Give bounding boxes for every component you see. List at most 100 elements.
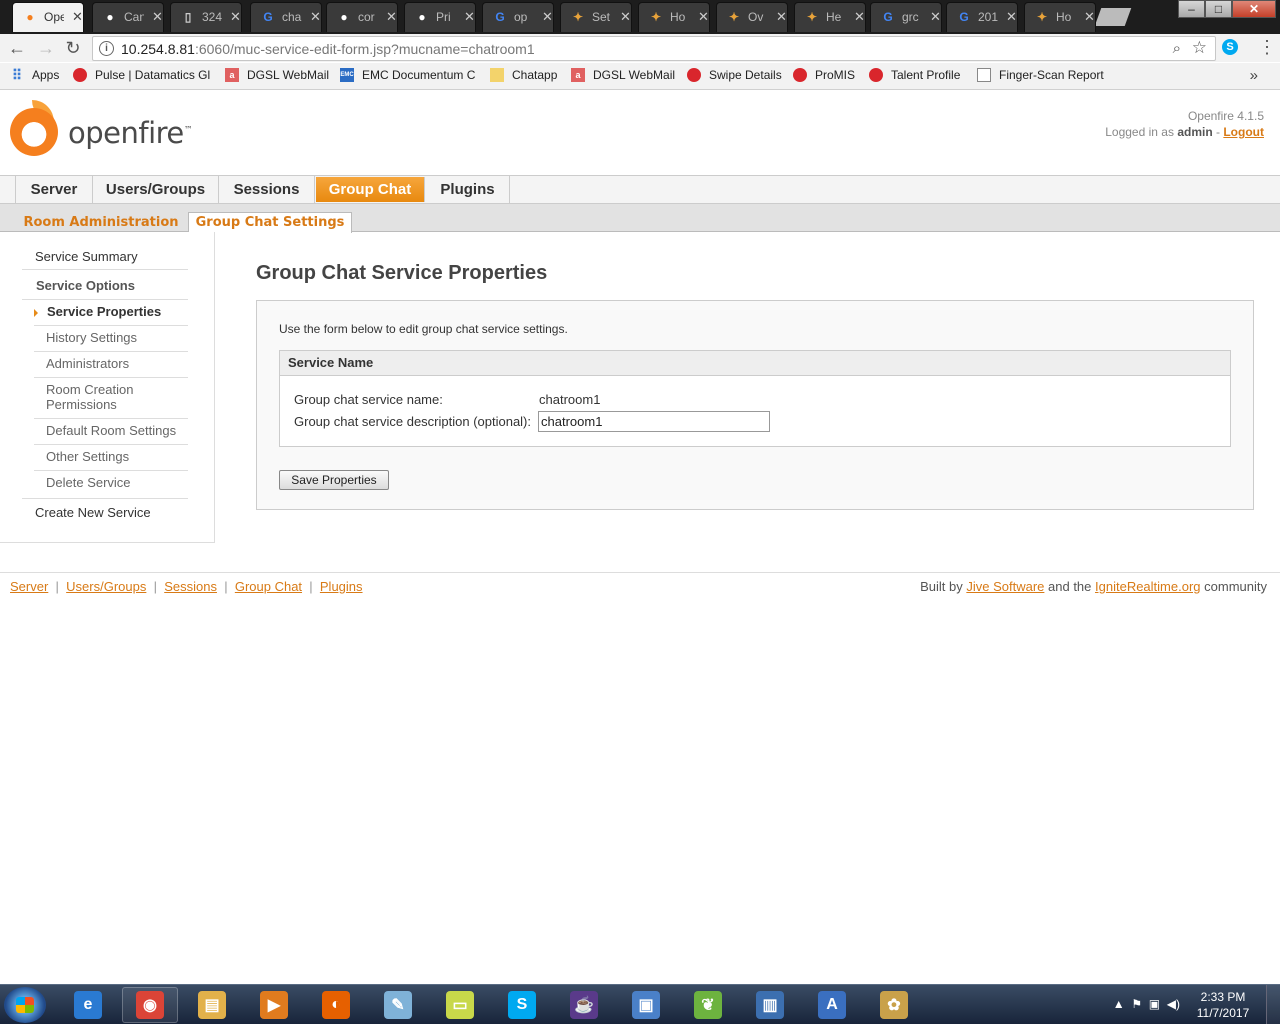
close-tab-icon[interactable]: ✕	[698, 9, 709, 25]
close-tab-icon[interactable]: ✕	[776, 9, 787, 25]
sidebar-item-service-properties[interactable]: Service Properties	[47, 304, 161, 319]
close-tab-icon[interactable]: ✕	[72, 9, 83, 25]
footer-link-group-chat[interactable]: Group Chat	[235, 579, 302, 594]
bookmark-item[interactable]: Finger-Scan Report	[977, 68, 1104, 82]
close-tab-icon[interactable]: ✕	[854, 9, 865, 25]
save-properties-button[interactable]: Save Properties	[279, 470, 389, 490]
browser-tab[interactable]: Gop ✕	[482, 2, 554, 32]
start-button[interactable]	[4, 987, 46, 1023]
tray-icons[interactable]: ▲ ⚑ ▣ ◀)	[1113, 997, 1180, 1011]
close-tab-icon[interactable]: ✕	[230, 9, 241, 25]
taskbar-app[interactable]: ▶	[246, 987, 302, 1023]
close-tab-icon[interactable]: ✕	[152, 9, 163, 25]
browser-tab[interactable]: ▯ 324 ✕	[170, 2, 242, 32]
footer-link-server[interactable]: Server	[10, 579, 48, 594]
footer-link-plugins[interactable]: Plugins	[320, 579, 363, 594]
logout-link[interactable]: Logout	[1223, 125, 1264, 139]
more-bookmarks-icon[interactable]: »	[1250, 67, 1258, 84]
browser-tab[interactable]: ● Openfire ✕	[12, 2, 84, 32]
bookmark-item[interactable]: Pulse | Datamatics Gl	[73, 68, 210, 82]
site-info-icon[interactable]: i	[99, 41, 114, 56]
sidebar-item-administrators[interactable]: Administrators	[46, 356, 129, 371]
jive-software-link[interactable]: Jive Software	[966, 579, 1044, 594]
new-tab-button[interactable]	[1094, 8, 1132, 26]
zoom-icon[interactable]: ⌕	[1173, 40, 1181, 57]
bookmarks-bar: » ⠿ Apps Pulse | Datamatics Gl a DGSL WebMai…	[0, 63, 1280, 90]
browser-tab[interactable]: ✦ Ho ✕	[1024, 2, 1096, 32]
page-icon	[977, 68, 991, 82]
sidebar-item-delete-service[interactable]: Delete Service	[46, 475, 131, 490]
browser-tab[interactable]: Gcha ✕	[250, 2, 322, 32]
bookmark-star-icon[interactable]: ☆	[1192, 38, 1207, 58]
back-arrow-icon[interactable]: ←	[6, 37, 28, 59]
close-tab-icon[interactable]: ✕	[620, 9, 631, 25]
browser-tab[interactable]: ● Can ✕	[92, 2, 164, 32]
footer-link-users-groups[interactable]: Users/Groups	[66, 579, 146, 594]
close-tab-icon[interactable]: ✕	[310, 9, 321, 25]
taskbar-app[interactable]: e	[60, 987, 116, 1023]
browser-tab[interactable]: ● cor ✕	[326, 2, 398, 32]
tab-group-chat[interactable]: Group Chat	[316, 177, 425, 202]
tab-server[interactable]: Server	[15, 176, 93, 203]
taskbar-app[interactable]: ❦	[680, 987, 736, 1023]
close-tab-icon[interactable]: ✕	[464, 9, 475, 25]
bookmark-item[interactable]: Talent Profile	[869, 68, 960, 82]
taskbar-app[interactable]: A	[804, 987, 860, 1023]
sidebar-item-service-options[interactable]: Service Options	[36, 278, 135, 293]
bookmark-item[interactable]: ⠿ Apps	[10, 67, 60, 83]
bookmark-item[interactable]: a DGSL WebMail	[571, 68, 675, 82]
taskbar-app[interactable]: ▥	[742, 987, 798, 1023]
browser-tab[interactable]: ✦ He ✕	[794, 2, 866, 32]
browser-menu-icon[interactable]: ⋮	[1258, 37, 1276, 57]
maximize-button[interactable]: □	[1205, 0, 1232, 18]
taskbar-app[interactable]: ✎	[370, 987, 426, 1023]
taskbar-app[interactable]: S	[494, 987, 550, 1023]
settings-box: Use the form below to edit group chat se…	[256, 300, 1254, 510]
taskbar-app[interactable]: ◉	[122, 987, 178, 1023]
browser-tab[interactable]: ✦ Ho ✕	[638, 2, 710, 32]
tab-plugins[interactable]: Plugins	[426, 176, 510, 203]
close-tab-icon[interactable]: ✕	[1084, 9, 1095, 25]
ignite-realtime-link[interactable]: IgniteRealtime.org	[1095, 579, 1201, 594]
browser-tab[interactable]: ✦ Set ✕	[560, 2, 632, 32]
taskbar-app[interactable]: ▣	[618, 987, 674, 1023]
taskbar-app[interactable]: ☕	[556, 987, 612, 1023]
sidebar-item-other-settings[interactable]: Other Settings	[46, 449, 129, 464]
clock[interactable]: 2:33 PM 11/7/2017	[1190, 989, 1256, 1021]
sidebar-item-service-summary[interactable]: Service Summary	[35, 249, 138, 264]
subtab-room-administration[interactable]: Room Administration	[16, 213, 186, 232]
close-tab-icon[interactable]: ✕	[930, 9, 941, 25]
reload-icon[interactable]: ↻	[62, 37, 84, 59]
taskbar-app[interactable]: ✿	[866, 987, 922, 1023]
sidebar-item-create-new-service[interactable]: Create New Service	[35, 505, 151, 520]
bookmark-item[interactable]: Swipe Details	[687, 68, 782, 82]
tab-sessions[interactable]: Sessions	[219, 176, 315, 203]
footer-link-sessions[interactable]: Sessions	[164, 579, 217, 594]
browser-tab[interactable]: ✦ Ov ✕	[716, 2, 788, 32]
minimize-button[interactable]: –	[1178, 0, 1205, 18]
browser-tab[interactable]: ● Pri ✕	[404, 2, 476, 32]
tab-users-groups[interactable]: Users/Groups	[93, 176, 219, 203]
close-window-button[interactable]: ✕	[1232, 0, 1276, 18]
browser-tab[interactable]: G 201 ✕	[946, 2, 1018, 32]
sidebar-item-default-room-settings[interactable]: Default Room Settings	[46, 423, 176, 438]
forward-arrow-icon[interactable]: →	[35, 37, 57, 59]
taskbar-app[interactable]: ▭	[432, 987, 488, 1023]
browser-tab[interactable]: Ggrc ✕	[870, 2, 942, 32]
bookmark-item[interactable]: EMC EMC Documentum C	[340, 68, 475, 82]
close-tab-icon[interactable]: ✕	[1006, 9, 1017, 25]
close-tab-icon[interactable]: ✕	[542, 9, 553, 25]
service-description-input[interactable]	[538, 411, 770, 432]
bookmark-item[interactable]: a DGSL WebMail	[225, 68, 329, 82]
sidebar-item-history-settings[interactable]: History Settings	[46, 330, 137, 345]
taskbar-app[interactable]: ▤	[184, 987, 240, 1023]
close-tab-icon[interactable]: ✕	[386, 9, 397, 25]
show-desktop-button[interactable]	[1266, 985, 1280, 1024]
bookmark-item[interactable]: ProMIS	[793, 68, 855, 82]
bookmark-item[interactable]: Chatapp	[490, 68, 557, 82]
address-bar[interactable]: i 10.254.8.81:6060/muc-service-edit-form…	[92, 36, 1216, 61]
sidebar-item-room-creation-permissions[interactable]: Room Creation Permissions	[46, 382, 133, 412]
skype-extension-icon[interactable]: S	[1222, 39, 1238, 55]
taskbar-app[interactable]: ◐	[308, 987, 364, 1023]
subtab-group-chat-settings[interactable]: Group Chat Settings	[188, 212, 352, 233]
